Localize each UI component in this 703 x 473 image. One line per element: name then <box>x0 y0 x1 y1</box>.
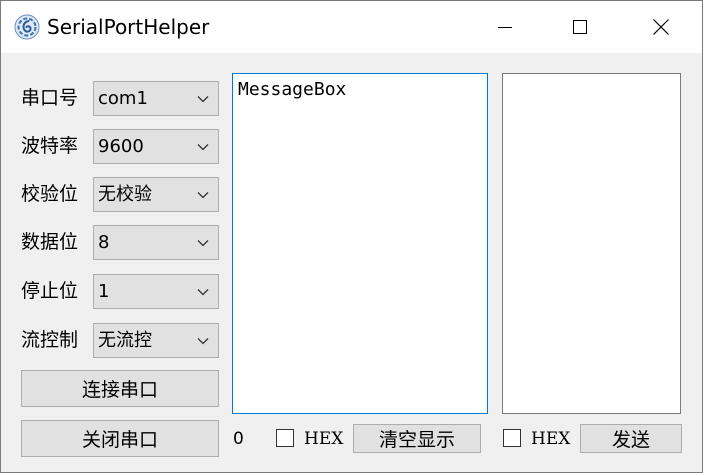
chevron-down-icon <box>197 192 209 199</box>
title-bar[interactable]: SerialPortHelper <box>1 1 702 53</box>
close-button[interactable] <box>631 1 691 53</box>
stopbits-label: 停止位 <box>21 280 79 302</box>
chevron-down-icon <box>197 240 209 247</box>
send-textbox[interactable] <box>502 73 681 414</box>
maximize-button[interactable] <box>550 1 610 53</box>
app-window: SerialPortHelper 串口号 com1 波特率 9600 校验位 无… <box>0 0 703 473</box>
port-select[interactable]: com1 <box>93 81 219 116</box>
maximize-icon <box>573 20 587 34</box>
chevron-down-icon <box>197 289 209 296</box>
chevron-down-icon <box>197 144 209 151</box>
parity-select[interactable]: 无校验 <box>93 177 219 212</box>
port-value: com1 <box>98 88 148 109</box>
receive-counter: 0 <box>233 429 244 449</box>
stopbits-value: 1 <box>98 281 110 302</box>
clear-display-button[interactable]: 清空显示 <box>353 424 481 453</box>
flowcontrol-label: 流控制 <box>21 329 79 351</box>
close-icon <box>653 19 669 35</box>
databits-select[interactable]: 8 <box>93 225 219 260</box>
stopbits-select[interactable]: 1 <box>93 274 219 309</box>
chevron-down-icon <box>197 96 209 103</box>
baud-value: 9600 <box>98 136 144 157</box>
receive-text: MessageBox <box>238 79 347 100</box>
minimize-icon <box>498 27 512 28</box>
send-hex-checkbox[interactable] <box>503 429 521 447</box>
send-hex-label[interactable]: HEX <box>531 428 570 450</box>
send-button[interactable]: 发送 <box>580 424 682 453</box>
receive-hex-label[interactable]: HEX <box>304 428 343 450</box>
databits-label: 数据位 <box>21 231 79 253</box>
app-logo-icon <box>14 14 40 40</box>
parity-label: 校验位 <box>21 183 79 205</box>
baud-select[interactable]: 9600 <box>93 129 219 164</box>
receive-hex-checkbox[interactable] <box>276 429 294 447</box>
chevron-down-icon <box>197 338 209 345</box>
port-label: 串口号 <box>21 87 79 109</box>
receive-textbox[interactable]: MessageBox <box>232 73 488 414</box>
connect-button[interactable]: 连接串口 <box>21 370 219 407</box>
parity-value: 无校验 <box>98 184 152 205</box>
databits-value: 8 <box>98 232 110 253</box>
flowcontrol-select[interactable]: 无流控 <box>93 323 219 358</box>
flowcontrol-value: 无流控 <box>98 330 152 351</box>
close-port-button[interactable]: 关闭串口 <box>21 420 219 457</box>
minimize-button[interactable] <box>475 1 535 53</box>
window-title: SerialPortHelper <box>47 15 210 39</box>
baud-label: 波特率 <box>21 135 79 157</box>
